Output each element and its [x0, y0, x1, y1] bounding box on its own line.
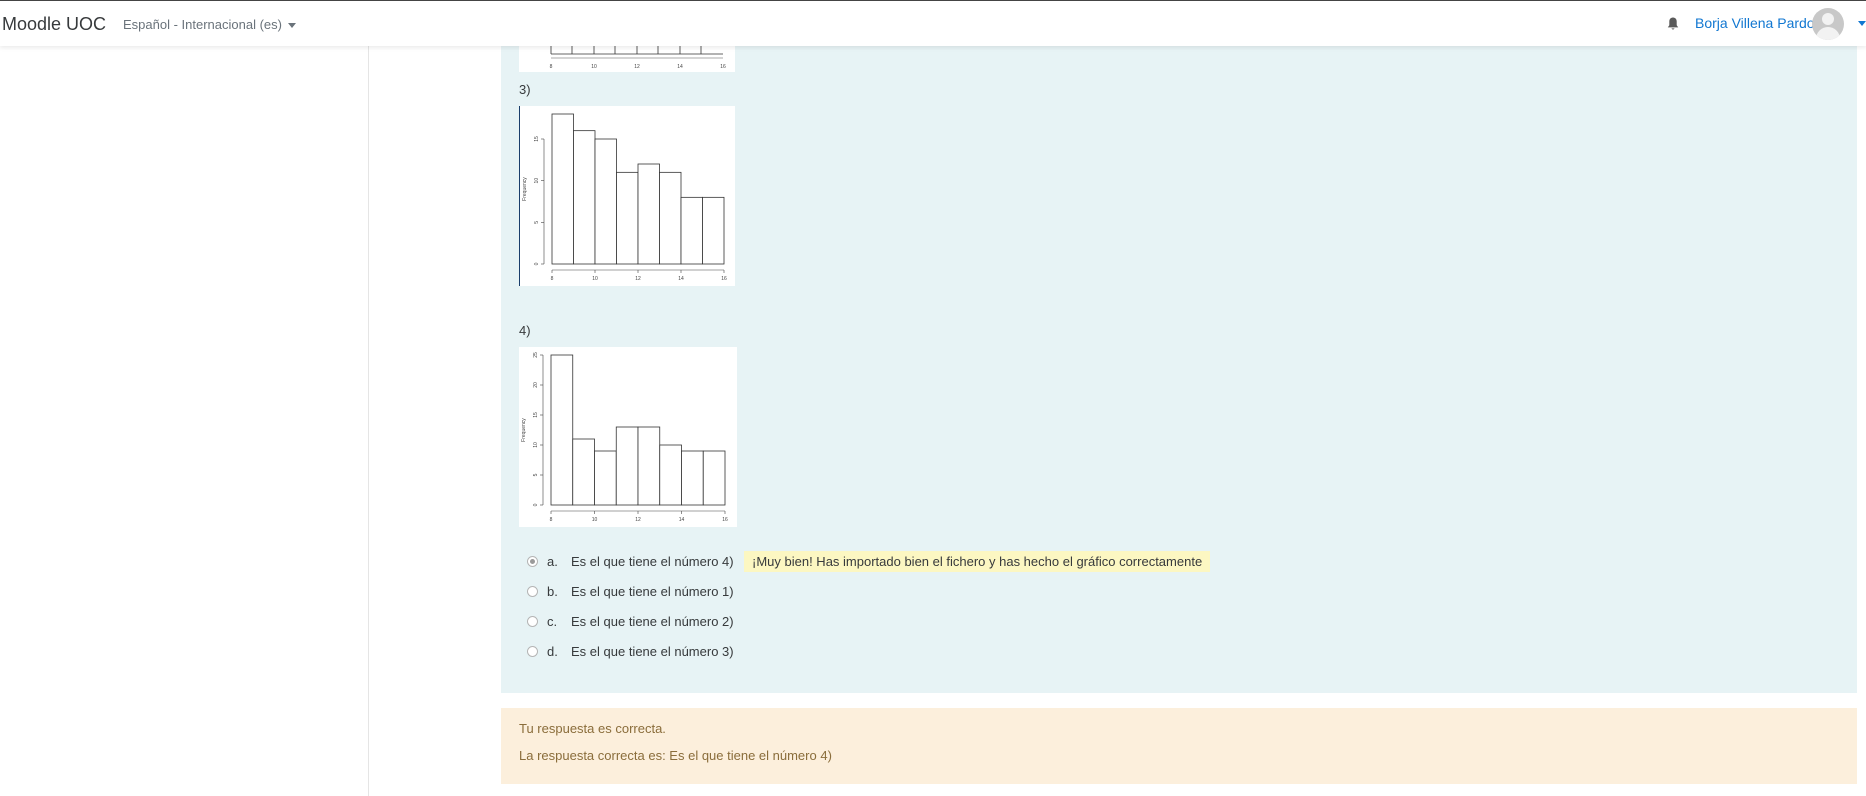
answer-letter: a. — [547, 554, 558, 569]
outcome-result: Tu respuesta es correcta. — [519, 721, 666, 736]
histogram-bar — [616, 171, 639, 265]
y-tick-label: 5 — [533, 473, 539, 476]
histogram-bar — [615, 426, 639, 506]
y-tick-label: 25 — [533, 352, 539, 358]
y-tick-label: 10 — [533, 442, 539, 448]
svg-text:12: 12 — [634, 64, 640, 70]
svg-text:14: 14 — [677, 64, 683, 70]
histogram-bar — [573, 130, 596, 265]
top-navbar: Moodle UOC Español - Internacional (es) … — [0, 0, 1866, 46]
radio-d[interactable] — [527, 646, 538, 657]
x-tick-label: 12 — [635, 276, 641, 282]
answer-letter: b. — [547, 584, 558, 599]
histogram-option-3: 8 10 12 14 16 0 5 10 15 Frequency — [519, 106, 735, 286]
y-tick-label: 0 — [534, 262, 540, 265]
avatar[interactable] — [1812, 8, 1844, 40]
x-tick-label: 14 — [679, 517, 685, 523]
question-outcome: Tu respuesta es correcta. La respuesta c… — [501, 708, 1857, 784]
histogram-bar — [659, 171, 682, 265]
histogram-bar — [637, 163, 660, 265]
language-label: Español - Internacional (es) — [123, 17, 282, 32]
answer-text: Es el que tiene el número 3) — [571, 644, 734, 659]
option-label-3: 3) — [519, 82, 531, 97]
chevron-down-icon[interactable] — [1858, 21, 1866, 26]
option-label-4: 4) — [519, 323, 531, 338]
histogram-bar — [702, 196, 725, 265]
language-menu[interactable]: Español - Internacional (es) — [123, 17, 296, 32]
outcome-correct-answer: La respuesta correcta es: Es el que tien… — [519, 748, 832, 763]
histogram-option-4: 8 10 12 14 16 0 5 10 15 20 25 Frequency — [519, 347, 737, 527]
histogram-option-3-svg: 8 10 12 14 16 0 5 10 15 Frequency — [522, 113, 727, 282]
answer-text: Es el que tiene el número 1) — [571, 584, 734, 599]
histogram-bar — [594, 138, 617, 265]
y-tick-label: 15 — [534, 136, 540, 142]
y-tick-label: 0 — [533, 503, 539, 506]
svg-text:10: 10 — [591, 64, 597, 70]
y-tick-label: 15 — [533, 412, 539, 418]
answer-letter: c. — [547, 614, 558, 629]
site-brand[interactable]: Moodle UOC — [2, 14, 106, 35]
histogram-bar — [594, 450, 617, 506]
radio-a[interactable] — [527, 556, 538, 567]
y-tick-label: 10 — [534, 178, 540, 184]
user-menu-name[interactable]: Borja Villena Pardo — [1695, 15, 1815, 31]
sidebar-divider — [368, 46, 369, 796]
svg-text:8: 8 — [550, 64, 553, 70]
radio-b[interactable] — [527, 586, 538, 597]
x-tick-label: 8 — [551, 276, 554, 282]
svg-text:16: 16 — [720, 64, 726, 70]
x-tick-label: 14 — [678, 276, 684, 282]
x-tick-label: 8 — [550, 517, 553, 523]
radio-c[interactable] — [527, 616, 538, 627]
bell-icon[interactable] — [1667, 17, 1679, 31]
y-tick-label: 20 — [533, 382, 539, 388]
avatar-head — [1822, 13, 1834, 25]
y-axis-label: Frequency — [521, 418, 527, 442]
y-tick-label: 5 — [534, 221, 540, 224]
avatar-body — [1816, 27, 1840, 40]
histogram-bar — [551, 113, 574, 265]
histogram-bar — [680, 196, 703, 265]
x-tick-label: 10 — [592, 276, 598, 282]
histogram-bar — [637, 426, 661, 506]
histogram-bar — [702, 450, 726, 506]
x-tick-label: 16 — [721, 276, 727, 282]
answer-text: Es el que tiene el número 4) — [571, 554, 734, 569]
histogram-bar — [572, 438, 595, 506]
answer-feedback: ¡Muy bien! Has importado bien el fichero… — [744, 551, 1211, 572]
x-tick-label: 16 — [722, 517, 728, 523]
x-tick-label: 12 — [635, 517, 641, 523]
histogram-option-2-partial: 8 10 12 14 16 — [519, 46, 735, 72]
histogram-option-4-svg: 8 10 12 14 16 0 5 10 15 20 25 Frequency — [521, 352, 728, 523]
answer-text: Es el que tiene el número 2) — [571, 614, 734, 629]
chevron-down-icon — [287, 23, 296, 29]
histogram-bar — [550, 354, 574, 506]
y-axis-label: Frequency — [522, 177, 528, 201]
histogram-option-2-svg: 8 10 12 14 16 — [550, 46, 726, 70]
x-tick-label: 10 — [592, 517, 598, 523]
histogram-bar — [659, 444, 682, 506]
histogram-bar — [681, 450, 704, 506]
answer-letter: d. — [547, 644, 558, 659]
